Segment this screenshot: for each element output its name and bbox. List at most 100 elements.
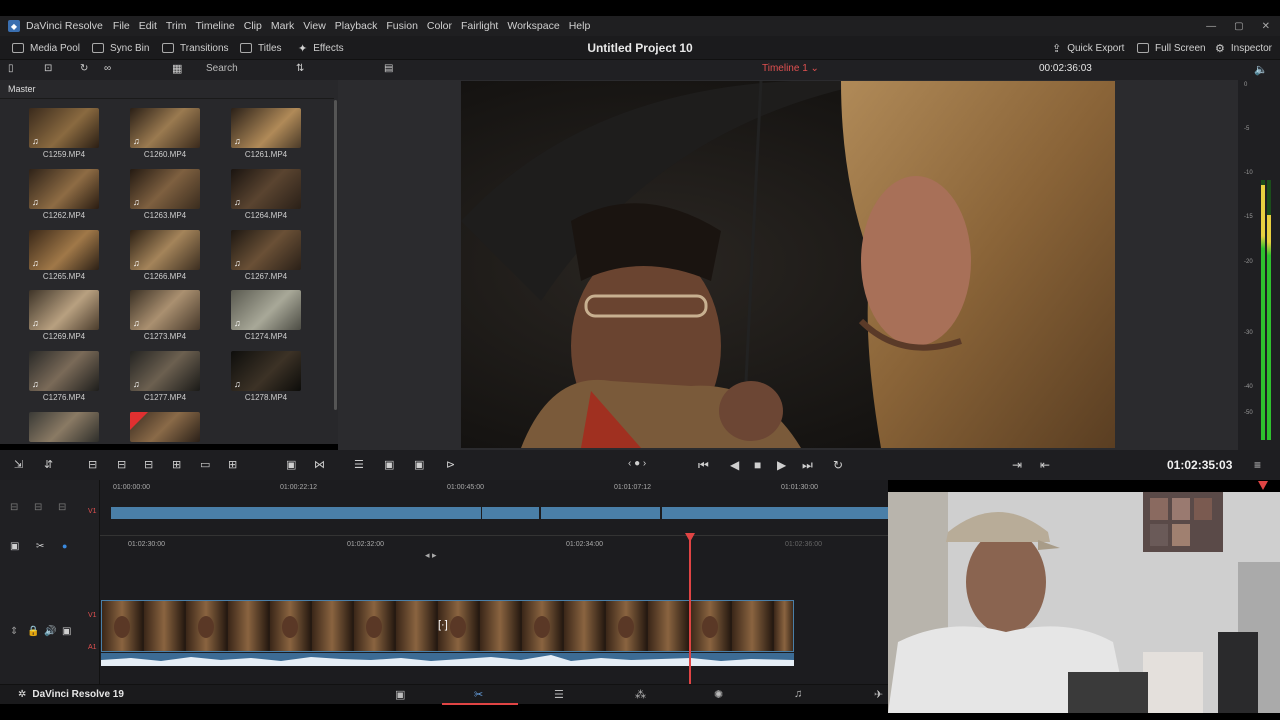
snap-icon[interactable]: ● bbox=[62, 541, 67, 551]
menu-workspace[interactable]: Workspace bbox=[507, 20, 559, 32]
transitions-button[interactable]: Transitions bbox=[162, 36, 229, 60]
go-to-end-icon[interactable]: ⏭ bbox=[802, 458, 813, 473]
maximize-icon[interactable]: ▢ bbox=[1234, 21, 1243, 32]
inspector-button[interactable]: ⚙ Inspector bbox=[1215, 36, 1272, 60]
clip-thumbnail[interactable]: ♫ C1262.MP4 bbox=[29, 169, 99, 220]
full-screen-button[interactable]: Full Screen bbox=[1137, 36, 1206, 60]
color-page-icon[interactable]: ✺ bbox=[714, 688, 723, 701]
menu-file[interactable]: File bbox=[113, 20, 130, 32]
upper-track-clip[interactable] bbox=[482, 507, 539, 519]
clip-thumbnail[interactable]: ♫ C1259.MP4 bbox=[29, 108, 99, 159]
menu-view[interactable]: View bbox=[303, 20, 326, 32]
clip-thumbnail[interactable]: ♫ C1277.MP4 bbox=[130, 351, 200, 402]
fairlight-page-icon[interactable]: ♫ bbox=[794, 688, 802, 700]
sync-bin-button[interactable]: Sync Bin bbox=[92, 36, 149, 60]
quick-export-button[interactable]: ⇪ Quick Export bbox=[1052, 36, 1124, 60]
clip-thumbnail[interactable]: ♫ C1266.MP4 bbox=[130, 230, 200, 281]
trim-tool-icon[interactable]: ⇵ bbox=[44, 458, 53, 471]
selection-tool-icon[interactable]: ⇲ bbox=[14, 458, 23, 471]
clip-thumbnail[interactable] bbox=[29, 412, 99, 442]
track-move-icon[interactable]: ⇕ bbox=[10, 626, 18, 637]
play-icon[interactable]: ▶ bbox=[777, 458, 786, 472]
menu-edit[interactable]: Edit bbox=[139, 20, 157, 32]
go-to-start-icon[interactable]: ⏮ bbox=[698, 458, 709, 473]
close-icon[interactable]: ✕ bbox=[1262, 21, 1270, 32]
upper-playhead-handle[interactable] bbox=[1258, 481, 1268, 490]
track-visibility-icon[interactable]: ⊟ bbox=[58, 502, 66, 513]
bin-options-icon[interactable]: ⊡ bbox=[44, 63, 52, 74]
clip-thumbnail[interactable]: ♫ C1273.MP4 bbox=[130, 290, 200, 341]
media-page-icon[interactable]: ▣ bbox=[395, 688, 405, 701]
media-pool-divider bbox=[0, 98, 334, 99]
media-pool-scrollbar[interactable] bbox=[334, 100, 337, 410]
overwrite-clip-icon[interactable]: ⊟ bbox=[117, 458, 126, 471]
viewer-mode-icon[interactable]: ▤ bbox=[384, 63, 393, 74]
media-pool-button[interactable]: Media Pool bbox=[12, 36, 80, 60]
zoom-custom-icon[interactable]: ▣ bbox=[414, 458, 424, 471]
clip-thumbnail[interactable]: ♫ C1274.MP4 bbox=[231, 290, 301, 341]
mark-in-icon[interactable]: ⇥ bbox=[1012, 458, 1022, 472]
effects-button[interactable]: ✦ Effects bbox=[298, 36, 344, 60]
menu-playback[interactable]: Playback bbox=[335, 20, 378, 32]
menu-help[interactable]: Help bbox=[569, 20, 591, 32]
insert-clip-icon[interactable]: ⊟ bbox=[88, 458, 97, 471]
play-reverse-icon[interactable]: ◀ bbox=[730, 458, 739, 472]
clip-thumbnail[interactable]: ♫ C1269.MP4 bbox=[29, 290, 99, 341]
clip-thumbnail[interactable]: ♫ C1260.MP4 bbox=[130, 108, 200, 159]
upper-track-clip[interactable] bbox=[111, 507, 481, 519]
close-up-icon[interactable]: ▣ bbox=[286, 458, 296, 471]
clip-thumbnail[interactable]: ♫ C1265.MP4 bbox=[29, 230, 99, 281]
monitor-icon[interactable]: ▣ bbox=[62, 626, 71, 637]
source-overwrite-icon[interactable]: ⋈ bbox=[314, 458, 325, 471]
menu-clip[interactable]: Clip bbox=[244, 20, 262, 32]
zoom-icon[interactable]: ▣ bbox=[384, 458, 394, 471]
playback-mode-icon[interactable]: ⊳ bbox=[446, 458, 455, 471]
menu-mark[interactable]: Mark bbox=[271, 20, 294, 32]
speaker-icon[interactable]: 🔊 bbox=[44, 626, 56, 637]
menu-color[interactable]: Color bbox=[427, 20, 452, 32]
cut-page-icon[interactable]: ✂ bbox=[474, 688, 483, 701]
menu-fairlight[interactable]: Fairlight bbox=[461, 20, 498, 32]
deliver-page-icon[interactable]: ✈ bbox=[874, 688, 883, 701]
timeline-selector[interactable]: Timeline 1 ⌄ bbox=[762, 63, 819, 74]
refresh-icon[interactable]: ↻ bbox=[80, 63, 88, 74]
speaker-icon[interactable]: 🔈 bbox=[1254, 63, 1268, 76]
clip-thumbnail[interactable]: ♫ C1278.MP4 bbox=[231, 351, 301, 402]
edit-page-icon[interactable]: ☰ bbox=[554, 688, 564, 701]
clip-thumbnail[interactable]: ♫ C1263.MP4 bbox=[130, 169, 200, 220]
mark-out-icon[interactable]: ⇤ bbox=[1040, 458, 1050, 472]
menu-timeline[interactable]: Timeline bbox=[195, 20, 234, 32]
loop-icon[interactable]: ↻ bbox=[833, 458, 843, 472]
sidebar-toggle-icon[interactable]: ▯ bbox=[8, 63, 14, 74]
clip-thumbnail[interactable]: ♫ C1264.MP4 bbox=[231, 169, 301, 220]
upper-track-clip[interactable] bbox=[662, 507, 888, 519]
replace-clip-icon[interactable]: ⊟ bbox=[144, 458, 153, 471]
options-menu-icon[interactable]: ≡ bbox=[1254, 458, 1261, 472]
sort-icon[interactable]: ⇅ bbox=[296, 63, 304, 74]
thumbnail-view-icon[interactable]: ▦ bbox=[172, 62, 182, 75]
stop-icon[interactable]: ■ bbox=[754, 458, 761, 472]
append-icon[interactable]: ⊞ bbox=[228, 458, 237, 471]
clip-thumbnail[interactable]: ♫ C1267.MP4 bbox=[231, 230, 301, 281]
titles-button[interactable]: Titles bbox=[240, 36, 282, 60]
fusion-page-icon[interactable]: ⁂ bbox=[635, 688, 646, 701]
menu-trim[interactable]: Trim bbox=[166, 20, 187, 32]
clip-thumbnail[interactable]: ♫ C1276.MP4 bbox=[29, 351, 99, 402]
link-icon[interactable]: ∞ bbox=[104, 63, 111, 74]
clip-thumbnail[interactable]: ♫ C1261.MP4 bbox=[231, 108, 301, 159]
razor-icon[interactable]: ✂ bbox=[36, 541, 44, 552]
clip-thumbnail[interactable] bbox=[130, 412, 200, 442]
track-auto-icon[interactable]: ⊟ bbox=[34, 502, 42, 513]
track-lock-icon[interactable]: ⊟ bbox=[10, 502, 18, 513]
upper-track-clip[interactable] bbox=[541, 507, 660, 519]
lock-icon[interactable]: 🔒 bbox=[27, 626, 39, 637]
jog-left-icon[interactable]: ‹ ● › bbox=[628, 458, 646, 469]
timeline-options-icon[interactable]: ☰ bbox=[354, 458, 364, 471]
menu-fusion[interactable]: Fusion bbox=[386, 20, 418, 32]
place-on-top-icon[interactable]: ▭ bbox=[200, 458, 210, 471]
timeline-view-icon[interactable]: ▣ bbox=[10, 541, 19, 552]
search-input[interactable]: Search bbox=[206, 63, 286, 77]
minimize-icon[interactable]: — bbox=[1206, 21, 1216, 32]
fit-to-fill-icon[interactable]: ⊞ bbox=[172, 458, 181, 471]
playhead[interactable] bbox=[689, 536, 691, 684]
